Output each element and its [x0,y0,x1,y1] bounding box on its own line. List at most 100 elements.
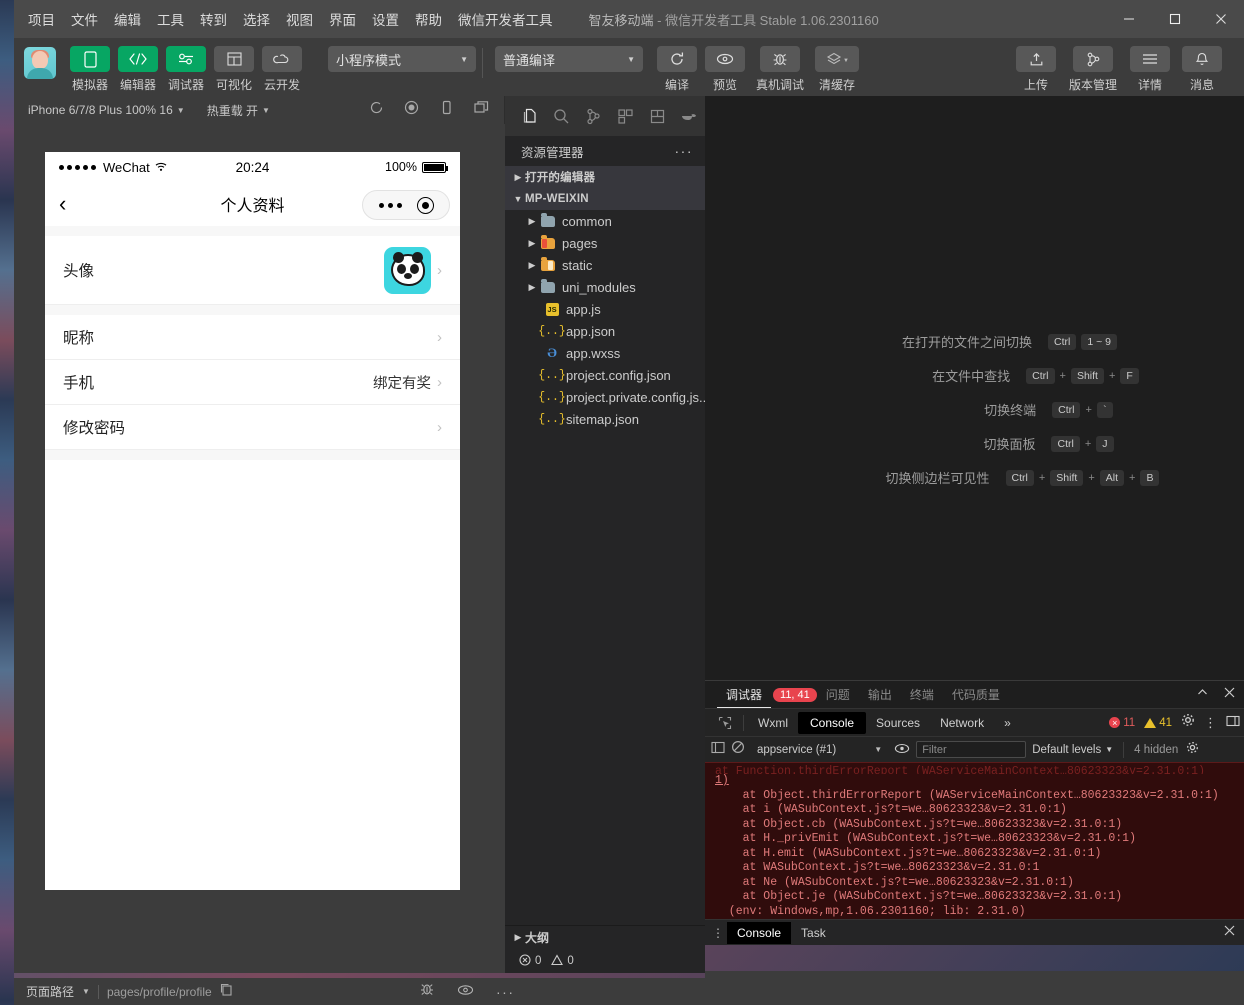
list-item-change-password[interactable]: 修改密码 › [45,405,460,450]
panel-tab-debugger[interactable]: 调试器 [717,681,771,708]
hot-reload-select[interactable]: 热重载 开 ▼ [207,102,270,119]
toolbar-button-details[interactable]: 详情 [1124,38,1176,93]
explorer-item-pages[interactable]: ▶ pages [505,232,705,254]
menu-item-devtools[interactable]: 微信开发者工具 [450,3,561,35]
more-icon[interactable]: ··· [675,143,694,159]
toolbar-button-visualizer[interactable]: 可视化 [210,38,258,93]
devtools-tab-console[interactable]: Console [798,712,866,734]
inspect-element-icon[interactable] [711,716,739,730]
panel-tab-terminal[interactable]: 终端 [901,681,943,708]
toolbar-button-version[interactable]: 版本管理 [1062,38,1124,93]
explorer-section-outline[interactable]: ▶ 大纲 [505,926,705,948]
console-levels-select[interactable]: Default levels ▼ [1032,744,1113,756]
toolbar-button-upload[interactable]: 上传 [1010,38,1062,93]
target-icon[interactable] [417,197,434,214]
explorer-item-app-wxss[interactable]: Ə app.wxss [505,342,705,364]
devtools-tab-overflow[interactable]: » [994,713,1021,733]
page-path-label[interactable]: 页面路径 [26,983,74,1000]
explorer-item-project-private-config[interactable]: {..} project.private.config.js... [505,386,705,408]
more-dots-icon[interactable] [379,203,402,208]
avatar[interactable] [24,47,56,79]
devtools-tab-wxml[interactable]: Wxml [748,713,798,733]
panel-tab-problems[interactable]: 问题 [817,681,859,708]
mode-select[interactable]: 小程序模式 ▼ [328,46,476,72]
toolbar-button-compile[interactable]: 编译 [653,38,701,93]
menu-item-goto[interactable]: 转到 [192,3,235,35]
menu-item-select[interactable]: 选择 [235,3,278,35]
dock-icon[interactable] [1226,714,1240,732]
settings-gear-icon[interactable] [1181,713,1195,732]
explorer-item-project-config[interactable]: {..} project.config.json [505,364,705,386]
more-icon[interactable]: ··· [496,988,515,996]
devtools-error-count[interactable]: × 11 [1109,717,1135,729]
close-icon[interactable] [1223,924,1236,942]
explorer-section-open-editors[interactable]: ▶ 打开的编辑器 [505,166,705,188]
minimize-button[interactable] [1106,0,1152,38]
menu-item-project[interactable]: 项目 [20,3,63,35]
clear-console-icon[interactable] [731,740,745,759]
menu-item-settings[interactable]: 设置 [364,3,407,35]
copy-icon[interactable] [220,983,233,1001]
toolbar-button-cloud[interactable]: 云开发 [258,38,306,93]
maximize-button[interactable] [1152,0,1198,38]
toolbar-button-preview[interactable]: 预览 [701,38,749,93]
panel-tab-code-quality[interactable]: 代码质量 [943,681,1009,708]
devtools-warning-count[interactable]: 41 [1144,717,1172,729]
list-item-phone[interactable]: 手机 绑定有奖 › [45,360,460,405]
toolbar-button-simulator[interactable]: 模拟器 [66,38,114,93]
devtools-tab-sources[interactable]: Sources [866,713,930,733]
drawer-tab-task[interactable]: Task [791,922,836,944]
search-icon[interactable] [545,100,577,132]
menu-item-file[interactable]: 文件 [63,3,106,35]
source-control-icon[interactable] [577,100,609,132]
explorer-item-common[interactable]: ▶ common [505,210,705,232]
kebab-menu-icon[interactable]: ⋮ [709,928,727,938]
explorer-item-app-js[interactable]: JS app.js [505,298,705,320]
console-sidebar-icon[interactable] [711,741,725,759]
explorer-item-uni-modules[interactable]: ▶ uni_modules [505,276,705,298]
explorer-problems[interactable]: 0 0 [505,948,705,974]
settings-gear-icon[interactable] [1186,741,1199,759]
bug-icon[interactable] [419,981,435,1002]
devtools-tab-network[interactable]: Network [930,713,994,733]
eye-icon[interactable] [894,741,910,759]
toolbar-button-debugger[interactable]: 调试器 [162,38,210,93]
toolbar-button-messages[interactable]: 消息 [1176,38,1228,93]
menu-item-tools[interactable]: 工具 [149,3,192,35]
collapse-icon[interactable] [1196,686,1209,704]
docker-icon[interactable] [673,100,705,132]
console-error-group[interactable]: at Function.thirdErrorReport (WAServiceM… [705,762,1244,923]
close-button[interactable] [1198,0,1244,38]
list-item-avatar[interactable]: 头像 › [45,236,460,305]
refresh-icon[interactable] [369,100,384,120]
drawer-tab-console[interactable]: Console [727,922,791,944]
close-icon[interactable] [1223,686,1236,704]
menu-item-interface[interactable]: 界面 [321,3,364,35]
explorer-item-static[interactable]: ▶ static [505,254,705,276]
compile-select[interactable]: 普通编译 ▼ [495,46,643,72]
console-context-select[interactable]: appservice (#1) ▼ [751,744,888,756]
menu-item-edit[interactable]: 编辑 [106,3,149,35]
kebab-menu-icon[interactable]: ⋮ [1204,718,1217,727]
console-filter-input[interactable]: Filter [916,741,1026,758]
save-icon[interactable] [641,100,673,132]
toolbar-button-editor[interactable]: 编辑器 [114,38,162,93]
extensions-icon[interactable] [609,100,641,132]
list-item-nickname[interactable]: 昵称 › [45,315,460,360]
record-icon[interactable] [404,100,419,120]
device-select[interactable]: iPhone 6/7/8 Plus 100% 16 ▼ [28,103,185,117]
console-output[interactable]: at Function.thirdErrorReport (WAServiceM… [705,762,1244,924]
panel-tab-output[interactable]: 输出 [859,681,901,708]
explorer-section-mp-weixin[interactable]: ▼ MP-WEIXIN [505,188,705,210]
menu-item-view[interactable]: 视图 [278,3,321,35]
menu-item-help[interactable]: 帮助 [407,3,450,35]
multi-window-icon[interactable] [474,100,490,120]
eye-icon[interactable] [457,983,474,1001]
phone-preview[interactable]: WeChat 20:24 100% ‹ 个人资料 [45,152,460,890]
files-icon[interactable] [513,100,545,132]
toolbar-button-clear-cache[interactable]: ▼ 清缓存 [811,38,863,93]
explorer-item-sitemap-json[interactable]: {..} sitemap.json [505,408,705,430]
rotate-icon[interactable] [439,100,454,120]
explorer-item-app-json[interactable]: {..} app.json [505,320,705,342]
toolbar-button-remote-debug[interactable]: 真机调试 [749,38,811,93]
